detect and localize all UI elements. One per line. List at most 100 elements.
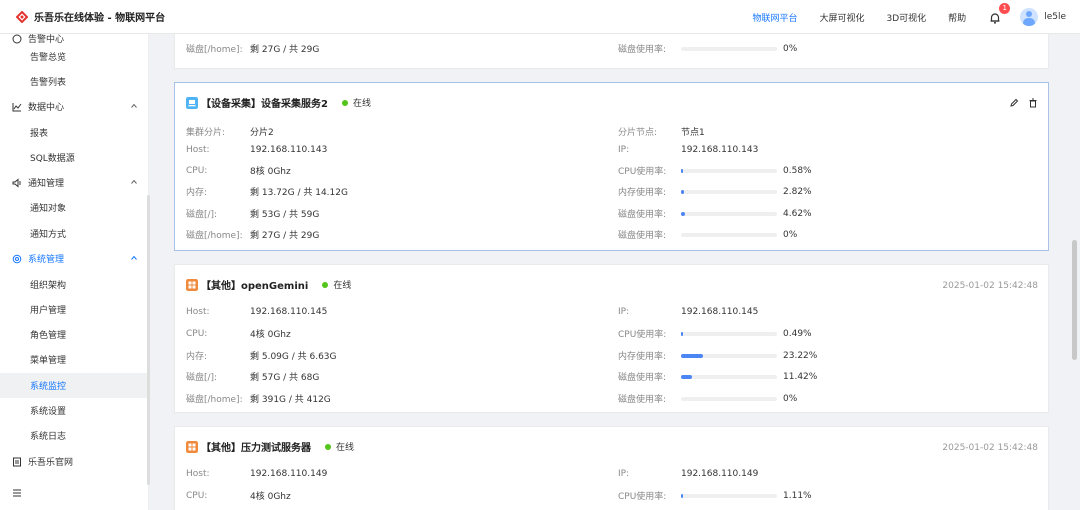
- mem-row: 内存: 剩 13.72G / 共 14.12G: [186, 188, 348, 198]
- delete-button[interactable]: [1028, 93, 1038, 108]
- sidebar-item-system-log[interactable]: 系统日志: [0, 423, 147, 448]
- speaker-icon: [12, 177, 21, 188]
- document-icon: [13, 457, 21, 466]
- sidebar-item-official-site[interactable]: 乐吾乐官网: [0, 449, 147, 474]
- sidebar-item-system-settings[interactable]: 系统设置: [0, 398, 147, 423]
- card-header: 【其他】压力测试服务器 在线: [186, 439, 354, 454]
- card-actions: [1000, 93, 1038, 108]
- online-dot: [325, 443, 331, 450]
- usage-fill: [681, 189, 684, 194]
- mem-usage-row: 内存使用率: 23.22%: [618, 350, 818, 363]
- usage-fill: [681, 353, 704, 358]
- avatar: [1020, 8, 1039, 26]
- host-row: Host: 192.168.110.143: [186, 145, 328, 155]
- online-dot: [322, 281, 329, 288]
- status-text: 在线: [336, 443, 355, 453]
- service-icon: [186, 96, 198, 109]
- node-row: 分片节点: 节点1: [618, 128, 705, 138]
- usage-fill: [681, 374, 692, 379]
- cpu-row: CPU: 4核 0Ghz: [186, 328, 291, 341]
- disk-home-usage-bar: [681, 396, 777, 401]
- disk-usage-row: 磁盘使用率: 0%: [618, 43, 798, 56]
- line-chart-icon: [12, 102, 22, 111]
- brand-title: 乐吾乐在线体验 - 物联网平台: [34, 13, 166, 24]
- sidebar-item-sql-source[interactable]: SQL数据源: [0, 145, 147, 170]
- cluster-row: 集群分片: 分片2: [186, 128, 274, 138]
- card-header: 【其他】openGemini 在线: [186, 277, 351, 292]
- sidebar-group-system[interactable]: 系统管理: [0, 246, 147, 271]
- cpu-usage-bar: [681, 331, 777, 336]
- sidebar-scrollbar[interactable]: [147, 195, 150, 485]
- cpu-usage-row: CPU使用率: 0.58%: [618, 165, 812, 178]
- sidebar-item-notify-method[interactable]: 通知方式: [0, 221, 147, 246]
- logo[interactable]: 乐吾乐在线体验 - 物联网平台: [16, 9, 165, 24]
- disk-root-usage-row: 磁盘使用率: 11.42%: [618, 371, 818, 384]
- server-card: 磁盘[/home]: 剩 27G / 共 29G 磁盘使用率: 0%: [174, 34, 1049, 69]
- usage-fill: [681, 168, 684, 173]
- sidebar-item-users[interactable]: 用户管理: [0, 297, 147, 322]
- server-card-opengemini[interactable]: 【其他】openGemini 在线 2025-01-02 15:42:48 Ho…: [174, 264, 1049, 413]
- mem-usage-row: 内存使用率: 2.82%: [618, 186, 812, 199]
- card-title: 【其他】压力测试服务器: [201, 443, 311, 454]
- disk-home-row: 磁盘[/home]: 剩 391G / 共 412G: [186, 395, 331, 405]
- sidebar-item-alarm-overview[interactable]: 告警总览: [0, 44, 147, 69]
- nav-3d[interactable]: 3D可视化: [887, 11, 927, 24]
- menu-collapse-icon[interactable]: [12, 488, 22, 498]
- usage-fill: [681, 331, 684, 336]
- edit-button[interactable]: [1009, 93, 1019, 107]
- disk-root-row: 磁盘[/]: 剩 53G / 共 59G: [186, 210, 320, 220]
- nav-big-screen[interactable]: 大屏可视化: [819, 11, 864, 24]
- sidebar-item-org[interactable]: 组织架构: [0, 272, 147, 297]
- sidebar-item-notify-target[interactable]: 通知对象: [0, 195, 147, 220]
- grid-icon: [186, 278, 198, 291]
- nav-help[interactable]: 帮助: [948, 11, 966, 24]
- sidebar-item-alarm-list[interactable]: 告警列表: [0, 69, 147, 94]
- sidebar-group-data-center[interactable]: 数据中心: [0, 94, 147, 119]
- server-card-collector2[interactable]: 【设备采集】设备采集服务2 在线 集群分片: 分片2 分片节点: 节点1 Host:…: [174, 82, 1049, 251]
- pencil-icon: [1010, 98, 1019, 107]
- notification-bell[interactable]: 1: [988, 3, 1011, 24]
- disk-home-row: 磁盘[/home]: 剩 27G / 共 29G: [186, 45, 320, 55]
- status-text: 在线: [333, 281, 352, 291]
- top-bar: 乐吾乐在线体验 - 物联网平台 物联网平台 大屏可视化 3D可视化 帮助 1 l…: [0, 0, 1080, 34]
- page-scrollbar[interactable]: [1072, 240, 1077, 360]
- sidebar-group-notify[interactable]: 通知管理: [0, 170, 147, 195]
- sidebar: 告警中心 告警总览 告警列表 数据中心 报表 SQL数据源 通知管理 通知对象 …: [0, 34, 149, 510]
- disk-home-row: 磁盘[/home]: 剩 27G / 共 29G: [186, 231, 320, 241]
- disk-home-usage-row: 磁盘使用率: 0%: [618, 393, 798, 406]
- cpu-row: CPU: 8核 0Ghz: [186, 165, 291, 178]
- user-menu[interactable]: le5le: [1020, 8, 1066, 26]
- online-dot: [341, 99, 348, 106]
- cpu-row: CPU: 4核 0Ghz: [186, 490, 291, 503]
- host-row: Host: 192.168.110.145: [186, 307, 328, 317]
- mem-row: 内存: 剩 5.09G / 共 6.63G: [186, 352, 337, 362]
- sidebar-item-system-monitor[interactable]: 系统监控: [0, 373, 147, 398]
- notification-count: 1: [999, 3, 1011, 14]
- username: le5le: [1044, 12, 1066, 22]
- disk-home-usage-row: 磁盘使用率: 0%: [618, 229, 798, 242]
- card-timestamp: 2025-01-02 15:42:48: [942, 443, 1038, 453]
- card-title: 【设备采集】设备采集服务2: [201, 99, 328, 110]
- status-text: 在线: [352, 99, 371, 109]
- ip-row: IP: 192.168.110.149: [618, 469, 759, 479]
- cpu-usage-bar: [681, 168, 777, 173]
- card-timestamp: 2025-01-02 15:42:48: [942, 281, 1038, 291]
- sidebar-item-report[interactable]: 报表: [0, 120, 147, 145]
- cpu-usage-row: CPU使用率: 1.11%: [618, 490, 812, 503]
- top-nav: 物联网平台 大屏可视化 3D可视化 帮助 1 le5le: [752, 0, 1080, 34]
- nav-iot-platform[interactable]: 物联网平台: [752, 11, 797, 24]
- disk-home-usage-bar: [681, 232, 777, 237]
- cpu-usage-row: CPU使用率: 0.49%: [618, 328, 812, 341]
- chevron-up-icon: [131, 103, 137, 108]
- mem-usage-bar: [681, 189, 777, 194]
- sidebar-item-roles[interactable]: 角色管理: [0, 322, 147, 347]
- monitor-content: 磁盘[/home]: 剩 27G / 共 29G 磁盘使用率: 0% 【设备采集…: [162, 34, 1062, 510]
- sidebar-item-menus[interactable]: 菜单管理: [0, 347, 147, 372]
- usage-fill: [681, 211, 686, 216]
- ip-row: IP: 192.168.110.143: [618, 145, 759, 155]
- host-row: Host: 192.168.110.149: [186, 469, 328, 479]
- trash-icon: [1029, 98, 1037, 108]
- chevron-up-icon: [131, 255, 137, 260]
- server-card-stress-test[interactable]: 【其他】压力测试服务器 在线 2025-01-02 15:42:48 Host:…: [174, 426, 1049, 510]
- ip-row: IP: 192.168.110.145: [618, 307, 759, 317]
